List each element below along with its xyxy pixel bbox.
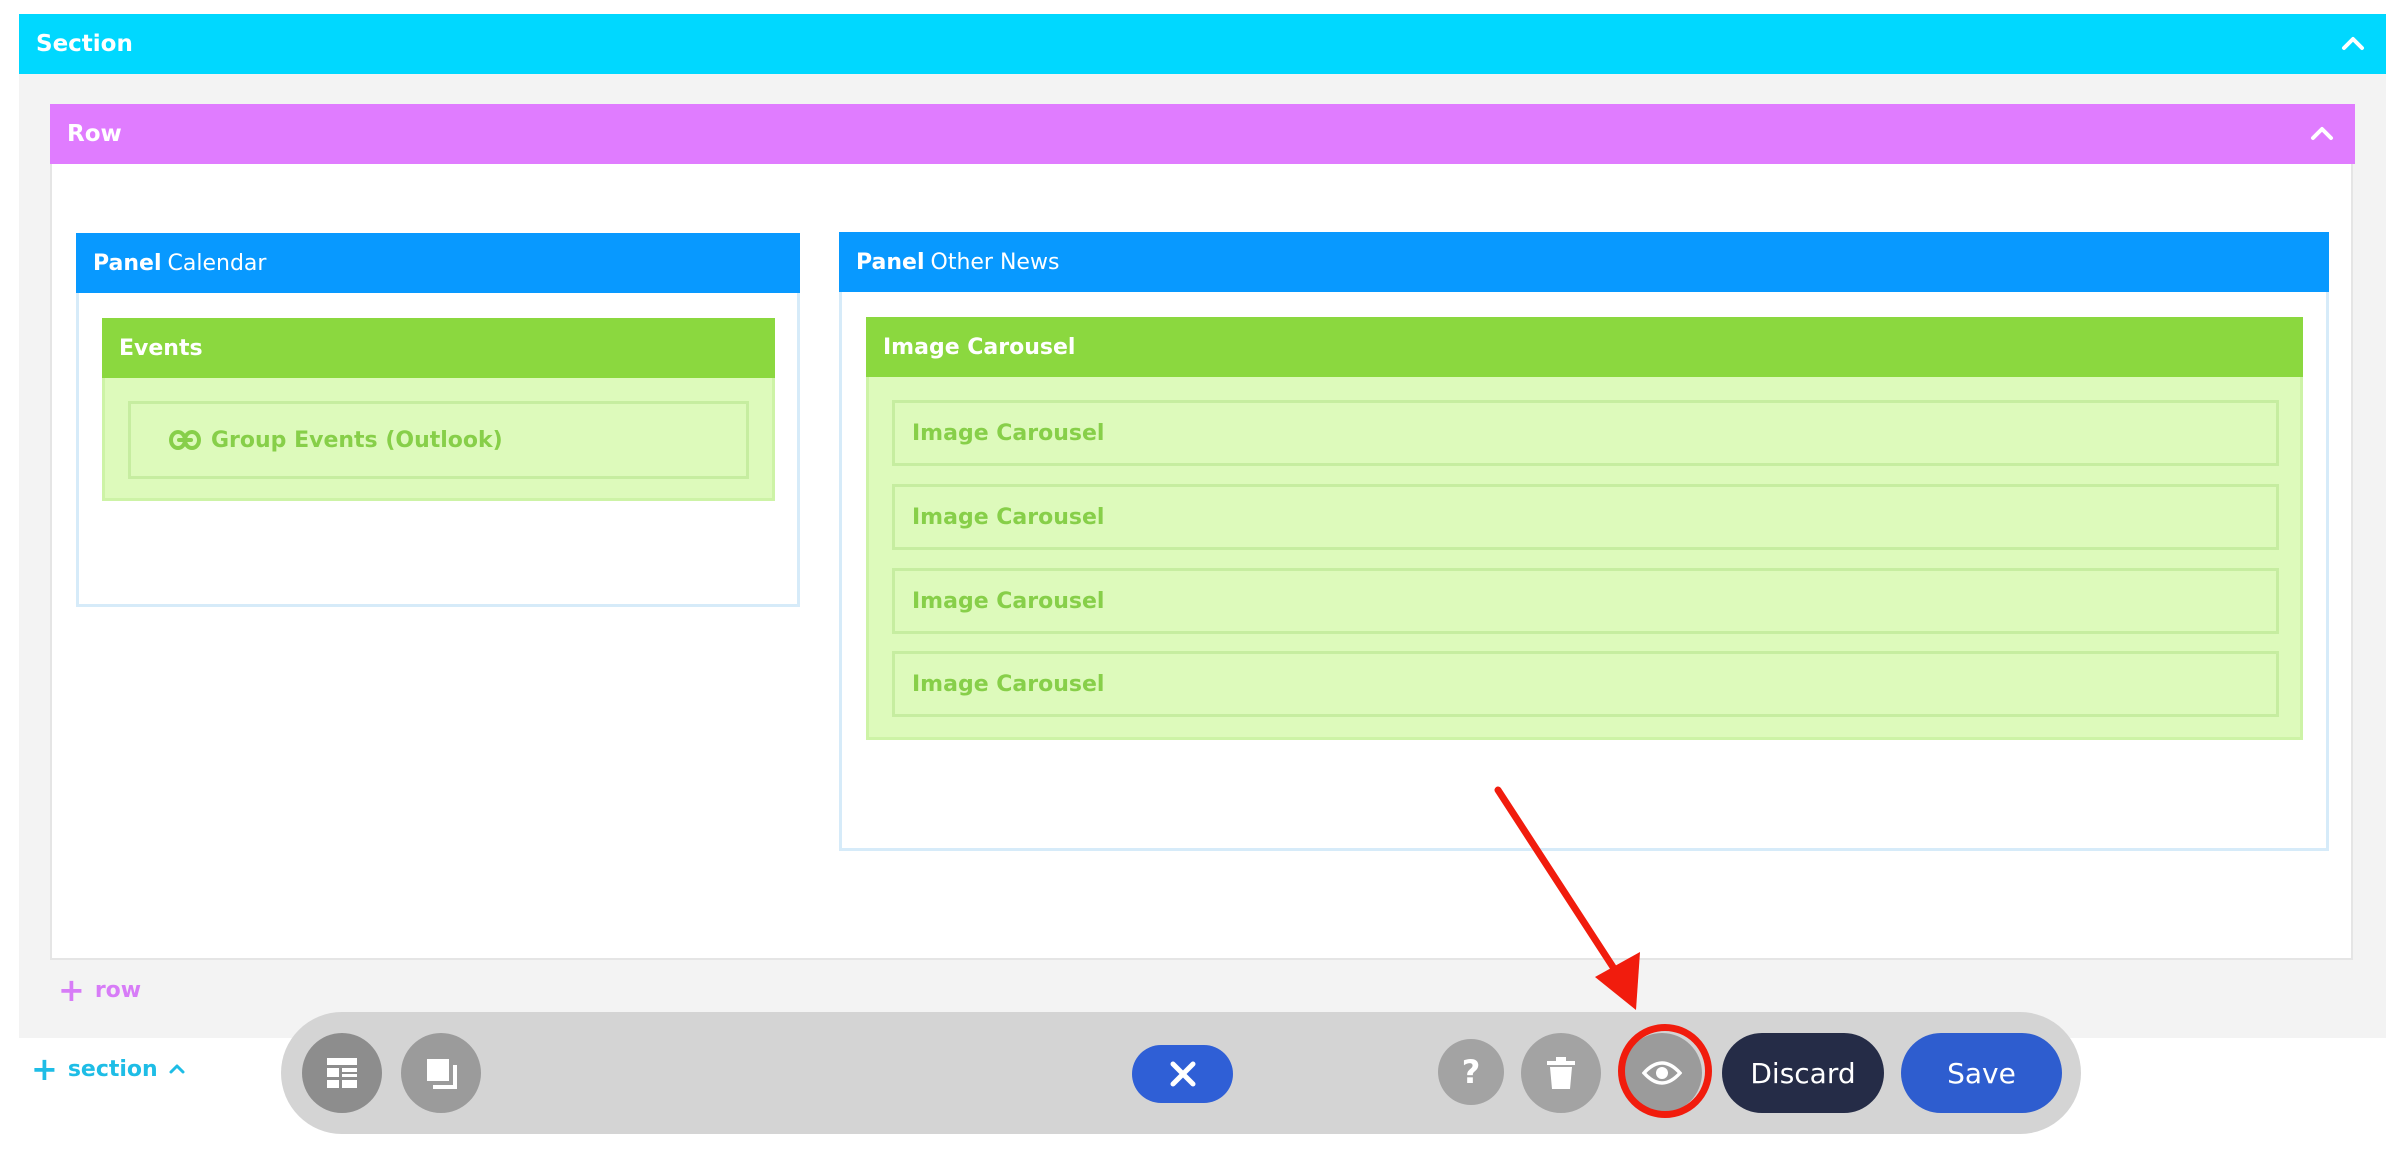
panel-name: Calendar bbox=[167, 250, 267, 276]
add-section-label: section bbox=[67, 1056, 158, 1082]
chevron-up-icon[interactable] bbox=[2307, 118, 2337, 148]
module-image-carousel: Image Carousel Image Carousel Image Caro… bbox=[866, 317, 2303, 740]
chevron-up-icon bbox=[169, 1064, 185, 1074]
item-label: Image Carousel bbox=[912, 671, 1105, 697]
layout-button[interactable] bbox=[302, 1033, 382, 1113]
editor-toolbar: ? Discard Save bbox=[281, 1012, 2081, 1134]
layout-icon bbox=[327, 1058, 357, 1088]
row-header[interactable]: Row bbox=[50, 104, 2355, 164]
panel-other-news: Panel Other News Image Carousel Image Ca… bbox=[839, 232, 2329, 851]
panel-calendar: Panel Calendar Events Group Events (Outl… bbox=[76, 233, 800, 607]
section-header[interactable]: Section bbox=[19, 14, 2386, 74]
section-container: Section Row Panel Calendar Events Group … bbox=[19, 14, 2386, 1038]
item-label: Image Carousel bbox=[912, 588, 1105, 614]
plus-icon: + bbox=[31, 1050, 58, 1088]
copy-icon bbox=[427, 1059, 457, 1089]
add-section-button[interactable]: + section bbox=[31, 1053, 186, 1085]
panel-header-calendar[interactable]: Panel Calendar bbox=[76, 233, 800, 293]
link-icon bbox=[169, 430, 201, 450]
module-header-image-carousel[interactable]: Image Carousel bbox=[866, 317, 2303, 377]
carousel-item[interactable]: Image Carousel bbox=[892, 400, 2279, 466]
module-header-events[interactable]: Events bbox=[102, 318, 775, 378]
add-row-button[interactable]: + row bbox=[58, 974, 141, 1006]
trash-icon bbox=[1547, 1057, 1575, 1089]
highlight-ring bbox=[1618, 1024, 1712, 1118]
panel-label: Panel bbox=[93, 250, 162, 276]
discard-button[interactable]: Discard bbox=[1722, 1033, 1884, 1113]
group-events-item[interactable]: Group Events (Outlook) bbox=[128, 401, 749, 479]
carousel-item[interactable]: Image Carousel bbox=[892, 484, 2279, 550]
copy-button[interactable] bbox=[401, 1033, 481, 1113]
add-row-label: row bbox=[94, 977, 142, 1003]
help-button[interactable]: ? bbox=[1438, 1039, 1504, 1105]
discard-label: Discard bbox=[1750, 1056, 1856, 1090]
carousel-item[interactable]: Image Carousel bbox=[892, 651, 2279, 717]
close-icon bbox=[1170, 1061, 1195, 1087]
item-label: Image Carousel bbox=[912, 420, 1105, 446]
annotation-arrow bbox=[1494, 786, 1640, 1010]
section-title: Section bbox=[36, 31, 133, 57]
item-label: Image Carousel bbox=[912, 504, 1105, 530]
module-title: Events bbox=[119, 335, 203, 361]
chevron-up-icon[interactable] bbox=[2338, 28, 2368, 58]
delete-button[interactable] bbox=[1521, 1033, 1601, 1113]
plus-icon: + bbox=[58, 971, 85, 1009]
panel-label: Panel bbox=[856, 249, 925, 275]
carousel-item[interactable]: Image Carousel bbox=[892, 568, 2279, 634]
save-label: Save bbox=[1947, 1056, 2016, 1090]
close-button[interactable] bbox=[1132, 1045, 1233, 1103]
help-icon: ? bbox=[1461, 1053, 1481, 1091]
panel-name: Other News bbox=[930, 249, 1060, 275]
module-events: Events Group Events (Outlook) bbox=[102, 318, 775, 501]
module-title: Image Carousel bbox=[883, 334, 1076, 360]
item-label: Group Events (Outlook) bbox=[211, 427, 503, 453]
row-title: Row bbox=[67, 121, 122, 147]
panel-header-other-news[interactable]: Panel Other News bbox=[839, 232, 2329, 292]
row-container: Row Panel Calendar Events Group Events (… bbox=[50, 104, 2355, 960]
save-button[interactable]: Save bbox=[1901, 1033, 2062, 1113]
